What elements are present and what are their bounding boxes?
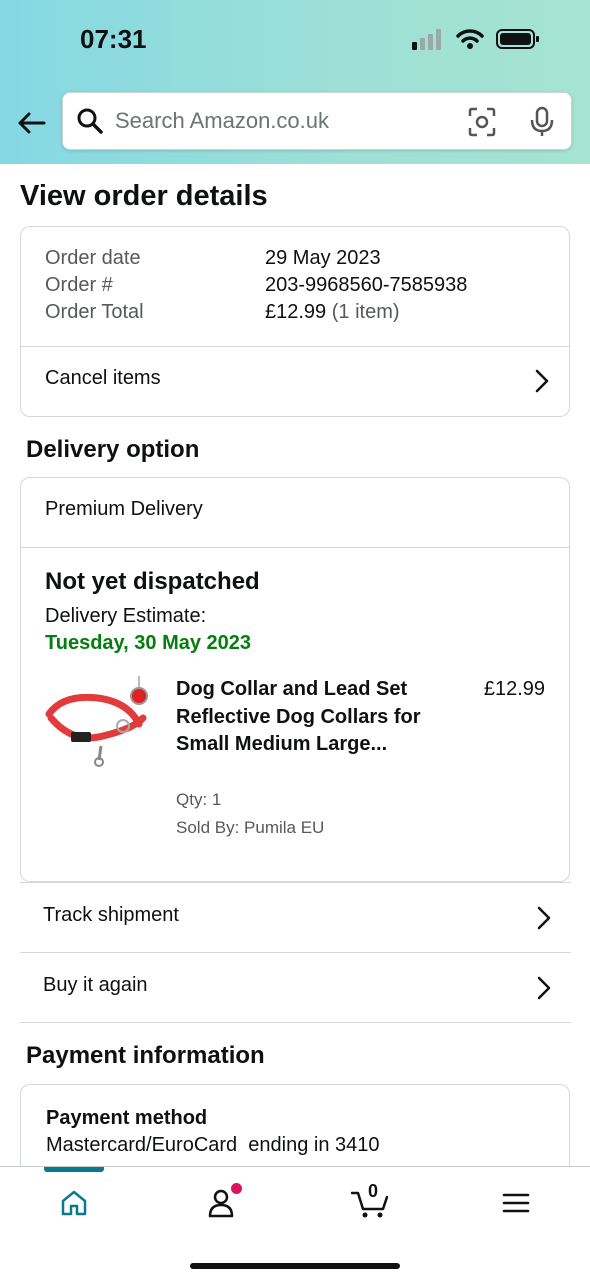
back-button[interactable]: [14, 106, 48, 140]
notification-dot: [231, 1183, 242, 1194]
microphone-icon[interactable]: [529, 106, 555, 143]
wifi-icon: [456, 29, 484, 49]
product-title[interactable]: Dog Collar and Lead Set Reflective Dog C…: [176, 676, 426, 759]
divider: [21, 547, 569, 548]
header: 07:31: [0, 0, 590, 164]
home-indicator: [190, 1263, 400, 1269]
order-number-label: Order #: [45, 274, 113, 296]
menu-icon: [502, 1193, 530, 1213]
status-icons: [412, 28, 540, 50]
payment-section-title: Payment information: [26, 1042, 265, 1069]
order-total-value: £12.99 (1 item): [265, 301, 400, 324]
order-date-label: Order date: [45, 247, 141, 269]
payment-method-value: Mastercard/EuroCard ending in 3410: [46, 1134, 380, 1156]
chevron-right-icon: [537, 976, 551, 1000]
signal-icon: [412, 29, 441, 50]
buy-it-again-row[interactable]: Buy it again: [20, 952, 571, 1022]
track-shipment-row[interactable]: Track shipment: [20, 882, 571, 952]
order-date-value: 29 May 2023: [265, 247, 381, 269]
order-summary-card: Order date 29 May 2023 Order # 203-99685…: [20, 226, 570, 417]
buy-it-again-label: Buy it again: [43, 974, 148, 996]
cart-count: 0: [368, 1181, 379, 1201]
battery-icon: [496, 29, 539, 49]
search-icon: [75, 106, 105, 136]
cancel-items-row[interactable]: Cancel items: [21, 347, 569, 417]
nav-home[interactable]: [54, 1183, 94, 1223]
divider: [20, 1022, 571, 1023]
order-number-value: 203-9968560-7585938: [265, 274, 468, 296]
search-bar[interactable]: [62, 92, 572, 150]
product-price: £12.99: [483, 678, 545, 700]
track-shipment-label: Track shipment: [43, 904, 179, 926]
status-time: 07:31: [80, 24, 147, 54]
active-tab-indicator: [44, 1167, 104, 1172]
delivery-estimate-label: Delivery Estimate:: [45, 605, 207, 627]
dispatch-status: Not yet dispatched: [45, 568, 260, 595]
delivery-section-title: Delivery option: [26, 436, 200, 463]
back-arrow-icon: [18, 112, 46, 134]
delivery-estimate-date: Tuesday, 30 May 2023: [45, 632, 252, 654]
nav-menu[interactable]: [496, 1183, 536, 1223]
product-seller: Sold By: Pumila EU: [176, 818, 325, 837]
product-qty: Qty: 1: [176, 790, 222, 809]
chevron-right-icon: [537, 906, 551, 930]
search-input[interactable]: [115, 108, 445, 134]
camera-search-icon[interactable]: [467, 106, 497, 143]
page-title: View order details: [20, 180, 268, 212]
order-item-count: (1 item): [331, 301, 400, 323]
order-total-label: Order Total: [45, 301, 144, 323]
delivery-option: Premium Delivery: [45, 498, 203, 520]
nav-account[interactable]: [201, 1183, 242, 1223]
order-total-amount: £12.99: [265, 301, 327, 323]
home-icon: [61, 1190, 87, 1216]
product-image[interactable]: [43, 674, 153, 768]
bottom-nav: 0: [0, 1166, 590, 1280]
cancel-items-label: Cancel items: [45, 367, 161, 389]
payment-method-title: Payment method: [46, 1107, 208, 1129]
delivery-card: Premium Delivery Not yet dispatched Deli…: [20, 477, 570, 882]
chevron-right-icon: [535, 369, 549, 393]
